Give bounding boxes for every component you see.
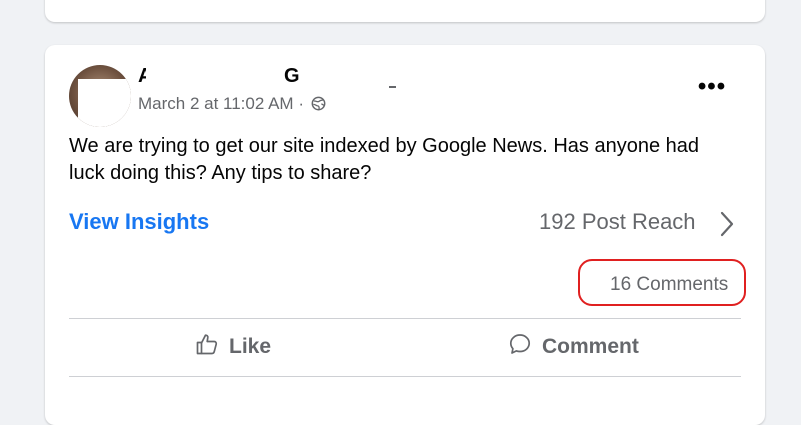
divider xyxy=(69,318,741,319)
comment-label: Comment xyxy=(542,335,639,358)
comment-bubble-icon xyxy=(508,332,532,362)
thumbs-up-icon xyxy=(195,332,219,362)
avatar-redaction xyxy=(78,79,131,127)
globe-icon[interactable] xyxy=(311,96,326,116)
like-button[interactable]: Like xyxy=(195,330,271,364)
like-label: Like xyxy=(229,335,272,358)
avatar[interactable] xyxy=(69,65,131,127)
post-reach-link[interactable]: 192 Post Reach xyxy=(539,209,696,235)
previous-post-card xyxy=(45,0,765,22)
comment-button[interactable]: Comment xyxy=(508,330,639,364)
divider xyxy=(69,376,741,377)
post-timestamp[interactable]: March 2 at 11:02 AM xyxy=(138,94,294,113)
author-name-last: G xyxy=(284,65,300,87)
chevron-right-icon[interactable] xyxy=(719,211,735,242)
post-body-text: We are trying to get our site indexed by… xyxy=(69,135,699,184)
redaction-mark xyxy=(389,86,396,88)
post-meta: March 2 at 11:02 AM · xyxy=(138,94,326,116)
more-options-icon[interactable]: ••• xyxy=(695,75,729,99)
meta-separator: · xyxy=(293,94,309,113)
author-name-redaction xyxy=(146,65,276,89)
post-card: Al G March 2 at 11:02 AM · ••• We are tr… xyxy=(45,45,765,425)
view-insights-link[interactable]: View Insights xyxy=(69,209,209,235)
red-highlight-annotation xyxy=(578,259,746,306)
author-name[interactable]: Al G xyxy=(138,65,438,91)
